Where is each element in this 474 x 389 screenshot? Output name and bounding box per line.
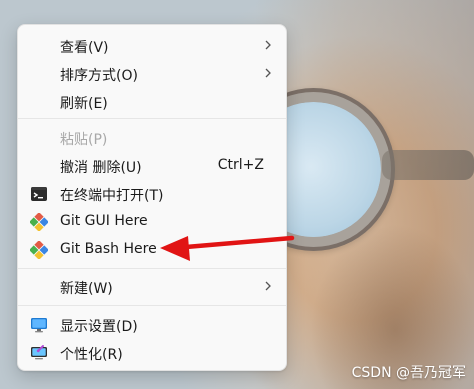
menu-item-label: 显示设置(D) [60, 319, 138, 335]
menu-item-open-in-terminal[interactable]: 在终端中打开(T) [18, 179, 286, 207]
menu-item-git-bash-here[interactable]: Git Bash Here [18, 235, 286, 263]
menu-item-label: 刷新(E) [60, 96, 108, 112]
menu-separator [18, 305, 286, 306]
git-icon [30, 213, 48, 231]
menu-item-label: 新建(W) [60, 281, 113, 297]
menu-item-label: 查看(V) [60, 40, 109, 56]
chevron-right-icon [265, 68, 271, 78]
menu-item-paste[interactable]: 粘贴(P) [18, 123, 286, 151]
menu-item-label: 在终端中打开(T) [60, 188, 164, 204]
menu-item-shortcut: Ctrl+Z [217, 157, 264, 173]
git-icon [30, 241, 48, 259]
wallpaper-goggle-band [382, 150, 474, 180]
menu-item-sort-by[interactable]: 排序方式(O) [18, 59, 286, 87]
chevron-right-icon [265, 40, 271, 50]
display-settings-icon [31, 318, 47, 333]
context-menu: 查看(V) 排序方式(O) 刷新(E) 粘贴(P) 撤消 删除(U) Ctrl+… [17, 24, 287, 371]
terminal-icon [31, 187, 47, 201]
menu-item-label: 个性化(R) [60, 347, 123, 363]
personalize-icon [31, 345, 47, 360]
menu-item-personalize[interactable]: 个性化(R) [18, 338, 286, 366]
menu-item-undo-delete[interactable]: 撤消 删除(U) Ctrl+Z [18, 151, 286, 179]
menu-item-label: 撤消 删除(U) [60, 160, 142, 176]
menu-separator [18, 118, 286, 119]
watermark: CSDN @吾乃冠军 [351, 365, 466, 381]
menu-item-label: Git Bash Here [60, 241, 157, 257]
menu-item-display-settings[interactable]: 显示设置(D) [18, 310, 286, 338]
menu-item-new[interactable]: 新建(W) [18, 272, 286, 300]
menu-item-git-gui-here[interactable]: Git GUI Here [18, 207, 286, 235]
menu-item-refresh[interactable]: 刷新(E) [18, 87, 286, 115]
menu-separator [18, 268, 286, 269]
chevron-right-icon [265, 281, 271, 291]
menu-item-label: Git GUI Here [60, 213, 148, 229]
menu-item-view[interactable]: 查看(V) [18, 31, 286, 59]
menu-item-label: 粘贴(P) [60, 132, 108, 148]
menu-item-label: 排序方式(O) [60, 68, 138, 84]
